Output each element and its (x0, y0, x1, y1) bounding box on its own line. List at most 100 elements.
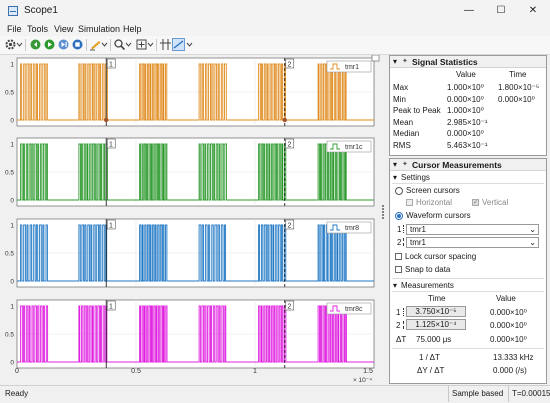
splitter-grip-dot (382, 208, 384, 210)
toolbar-separator (25, 39, 26, 51)
divider (392, 291, 544, 292)
meas-cursor2-index: 2 (396, 321, 401, 330)
menu-view[interactable]: View (54, 22, 73, 36)
y-tick-label: 0.5 (5, 251, 14, 258)
legend-label-tmr8: tmr8 (345, 225, 359, 232)
stats-row-time: 0.000×10⁰ (498, 94, 535, 104)
measurements-section-label: Measurements (401, 281, 454, 290)
cursor-1-label: 1 (109, 222, 113, 229)
y-tick-label: 1 (10, 223, 14, 230)
waveform-cursors-radio[interactable] (395, 212, 403, 220)
stats-row-label: Mean (393, 117, 414, 127)
vertical-label: Vertical (482, 198, 509, 207)
settings-section-label: Settings (401, 173, 430, 182)
divider (392, 278, 544, 279)
x-tick-label: 1 (253, 368, 257, 375)
pin-icon[interactable]: ✦ (402, 160, 408, 168)
y-tick-label: 0.5 (5, 170, 14, 177)
cursor1-index: 1 (397, 225, 402, 234)
snap-to-data-label: Snap to data (405, 265, 451, 274)
meas-col-value: Value (496, 294, 516, 303)
signal-statistics-panel: ▾ ✦ Signal Statistics Value Time Max 1.00… (389, 55, 547, 156)
cursor2-time-field[interactable]: 1.125×10⁻⁴ (406, 319, 466, 330)
minimize-button[interactable]: — (454, 2, 484, 20)
chevron-down-icon[interactable] (147, 38, 154, 51)
chevron-down-icon[interactable] (16, 38, 23, 51)
toolbar-separator (110, 39, 111, 51)
menu-file[interactable]: File (7, 22, 22, 36)
cursor-2-marker (282, 117, 287, 123)
maximize-button[interactable]: ☐ (486, 2, 516, 20)
x-tick-label: 0 (15, 368, 19, 375)
stats-row-value: 5.463×10⁻¹ (447, 140, 488, 150)
plot-area: 1 0.5 0 1 2 tmr1 1 0.5 0 1 2 tmr1c 1 0.5 0 1 2 tmr8 1 0.5 0 1… (0, 54, 386, 385)
chevron-down-icon[interactable] (125, 38, 132, 51)
menu-tools[interactable]: Tools (27, 22, 48, 36)
scope-plots[interactable]: 1 0.5 0 1 2 tmr1 1 0.5 0 1 2 tmr1c 1 0.5 0 1 2 tmr8 1 0.5 0 1… (0, 54, 386, 385)
cursor1-time-field[interactable]: 3.750×10⁻⁵ (406, 306, 466, 317)
stats-row-label: Median (393, 129, 420, 138)
toolbar-separator (86, 39, 87, 51)
cursor2-value: 0.000×10⁰ (490, 321, 527, 330)
cursor-1-marker (104, 117, 109, 123)
menu-simulation[interactable]: Simulation (78, 22, 120, 36)
stats-row-label: Max (393, 83, 409, 92)
waveform-cursors-label: Waveform cursors (406, 211, 471, 220)
cursor2-signal-select[interactable]: tmr1 ⌄ (406, 237, 539, 248)
divider (448, 386, 449, 402)
close-button[interactable]: ✕ (518, 2, 548, 20)
delta-y-value: 0.000×10⁰ (490, 335, 527, 344)
horizontal-checkbox[interactable] (406, 199, 413, 206)
meas-col-time: Time (428, 294, 446, 303)
step-icon[interactable] (57, 38, 70, 51)
expand-legend-icon[interactable] (371, 54, 380, 62)
splitter-grip-dot (382, 217, 384, 219)
scope-app-icon (8, 6, 18, 16)
stats-row-value: 0.000×10⁰ (447, 129, 484, 138)
meas-cursor1-index: 1 (396, 308, 401, 317)
delta-t-label: ΔT (396, 335, 407, 344)
cursor-1-label: 1 (109, 141, 113, 148)
inverse-delta-t-label: 1 / ΔT (419, 353, 440, 362)
dy-dt-label: ΔY / ΔT (417, 366, 445, 375)
stop-icon[interactable] (71, 38, 84, 51)
cursor1-value: 0.000×10⁰ (490, 308, 527, 317)
delta-t-value: 75.000 μs (416, 335, 452, 344)
cursor1-signal-value: tmr1 (410, 225, 426, 234)
window-title: Scope1 (24, 5, 58, 16)
stats-col-time: Time (509, 70, 527, 79)
stats-row-value: 0.000×10⁰ (447, 94, 484, 104)
chevron-down-icon[interactable] (186, 38, 193, 51)
y-tick-label: 0 (10, 279, 14, 286)
run-back-icon[interactable] (29, 38, 42, 51)
status-sample-mode: Sample based (452, 389, 504, 398)
measurements-collapse-icon[interactable]: ▾ (393, 281, 397, 290)
menu-help[interactable]: Help (123, 22, 142, 36)
y-tick-label: 0 (10, 118, 14, 125)
cursor1-signal-select[interactable]: tmr1 ⌄ (406, 224, 539, 235)
lock-spacing-checkbox[interactable] (395, 253, 402, 260)
snap-to-data-checkbox[interactable] (395, 266, 402, 273)
y-tick-label: 0 (10, 360, 14, 367)
cursor-1-label: 1 (109, 303, 113, 310)
signal-statistics-title: Signal Statistics (412, 57, 478, 67)
collapse-icon[interactable]: ▾ (393, 57, 397, 66)
stats-row-label: Min (393, 94, 406, 104)
cursor-2-label: 2 (288, 303, 292, 310)
vertical-checkbox[interactable]: ✓ (472, 199, 479, 206)
style-icon[interactable] (172, 38, 185, 51)
play-icon[interactable] (43, 38, 56, 51)
settings-collapse-icon[interactable]: ▾ (393, 173, 397, 182)
divider (392, 183, 544, 184)
chevron-down-icon[interactable] (101, 38, 108, 51)
x-tick-label: 1.5 (363, 368, 373, 375)
cursor-measure-icon[interactable] (159, 38, 172, 51)
collapse-icon[interactable]: ▾ (393, 160, 397, 169)
pin-icon[interactable]: ✦ (402, 57, 408, 65)
chevron-down-icon: ⌄ (529, 238, 536, 247)
divider (392, 348, 544, 349)
horizontal-label: Horizontal (416, 198, 453, 207)
legend-label-tmr1: tmr1 (345, 64, 359, 71)
screen-cursors-radio[interactable] (395, 187, 403, 195)
dy-dt-value: 0.000 (/s) (493, 366, 527, 375)
